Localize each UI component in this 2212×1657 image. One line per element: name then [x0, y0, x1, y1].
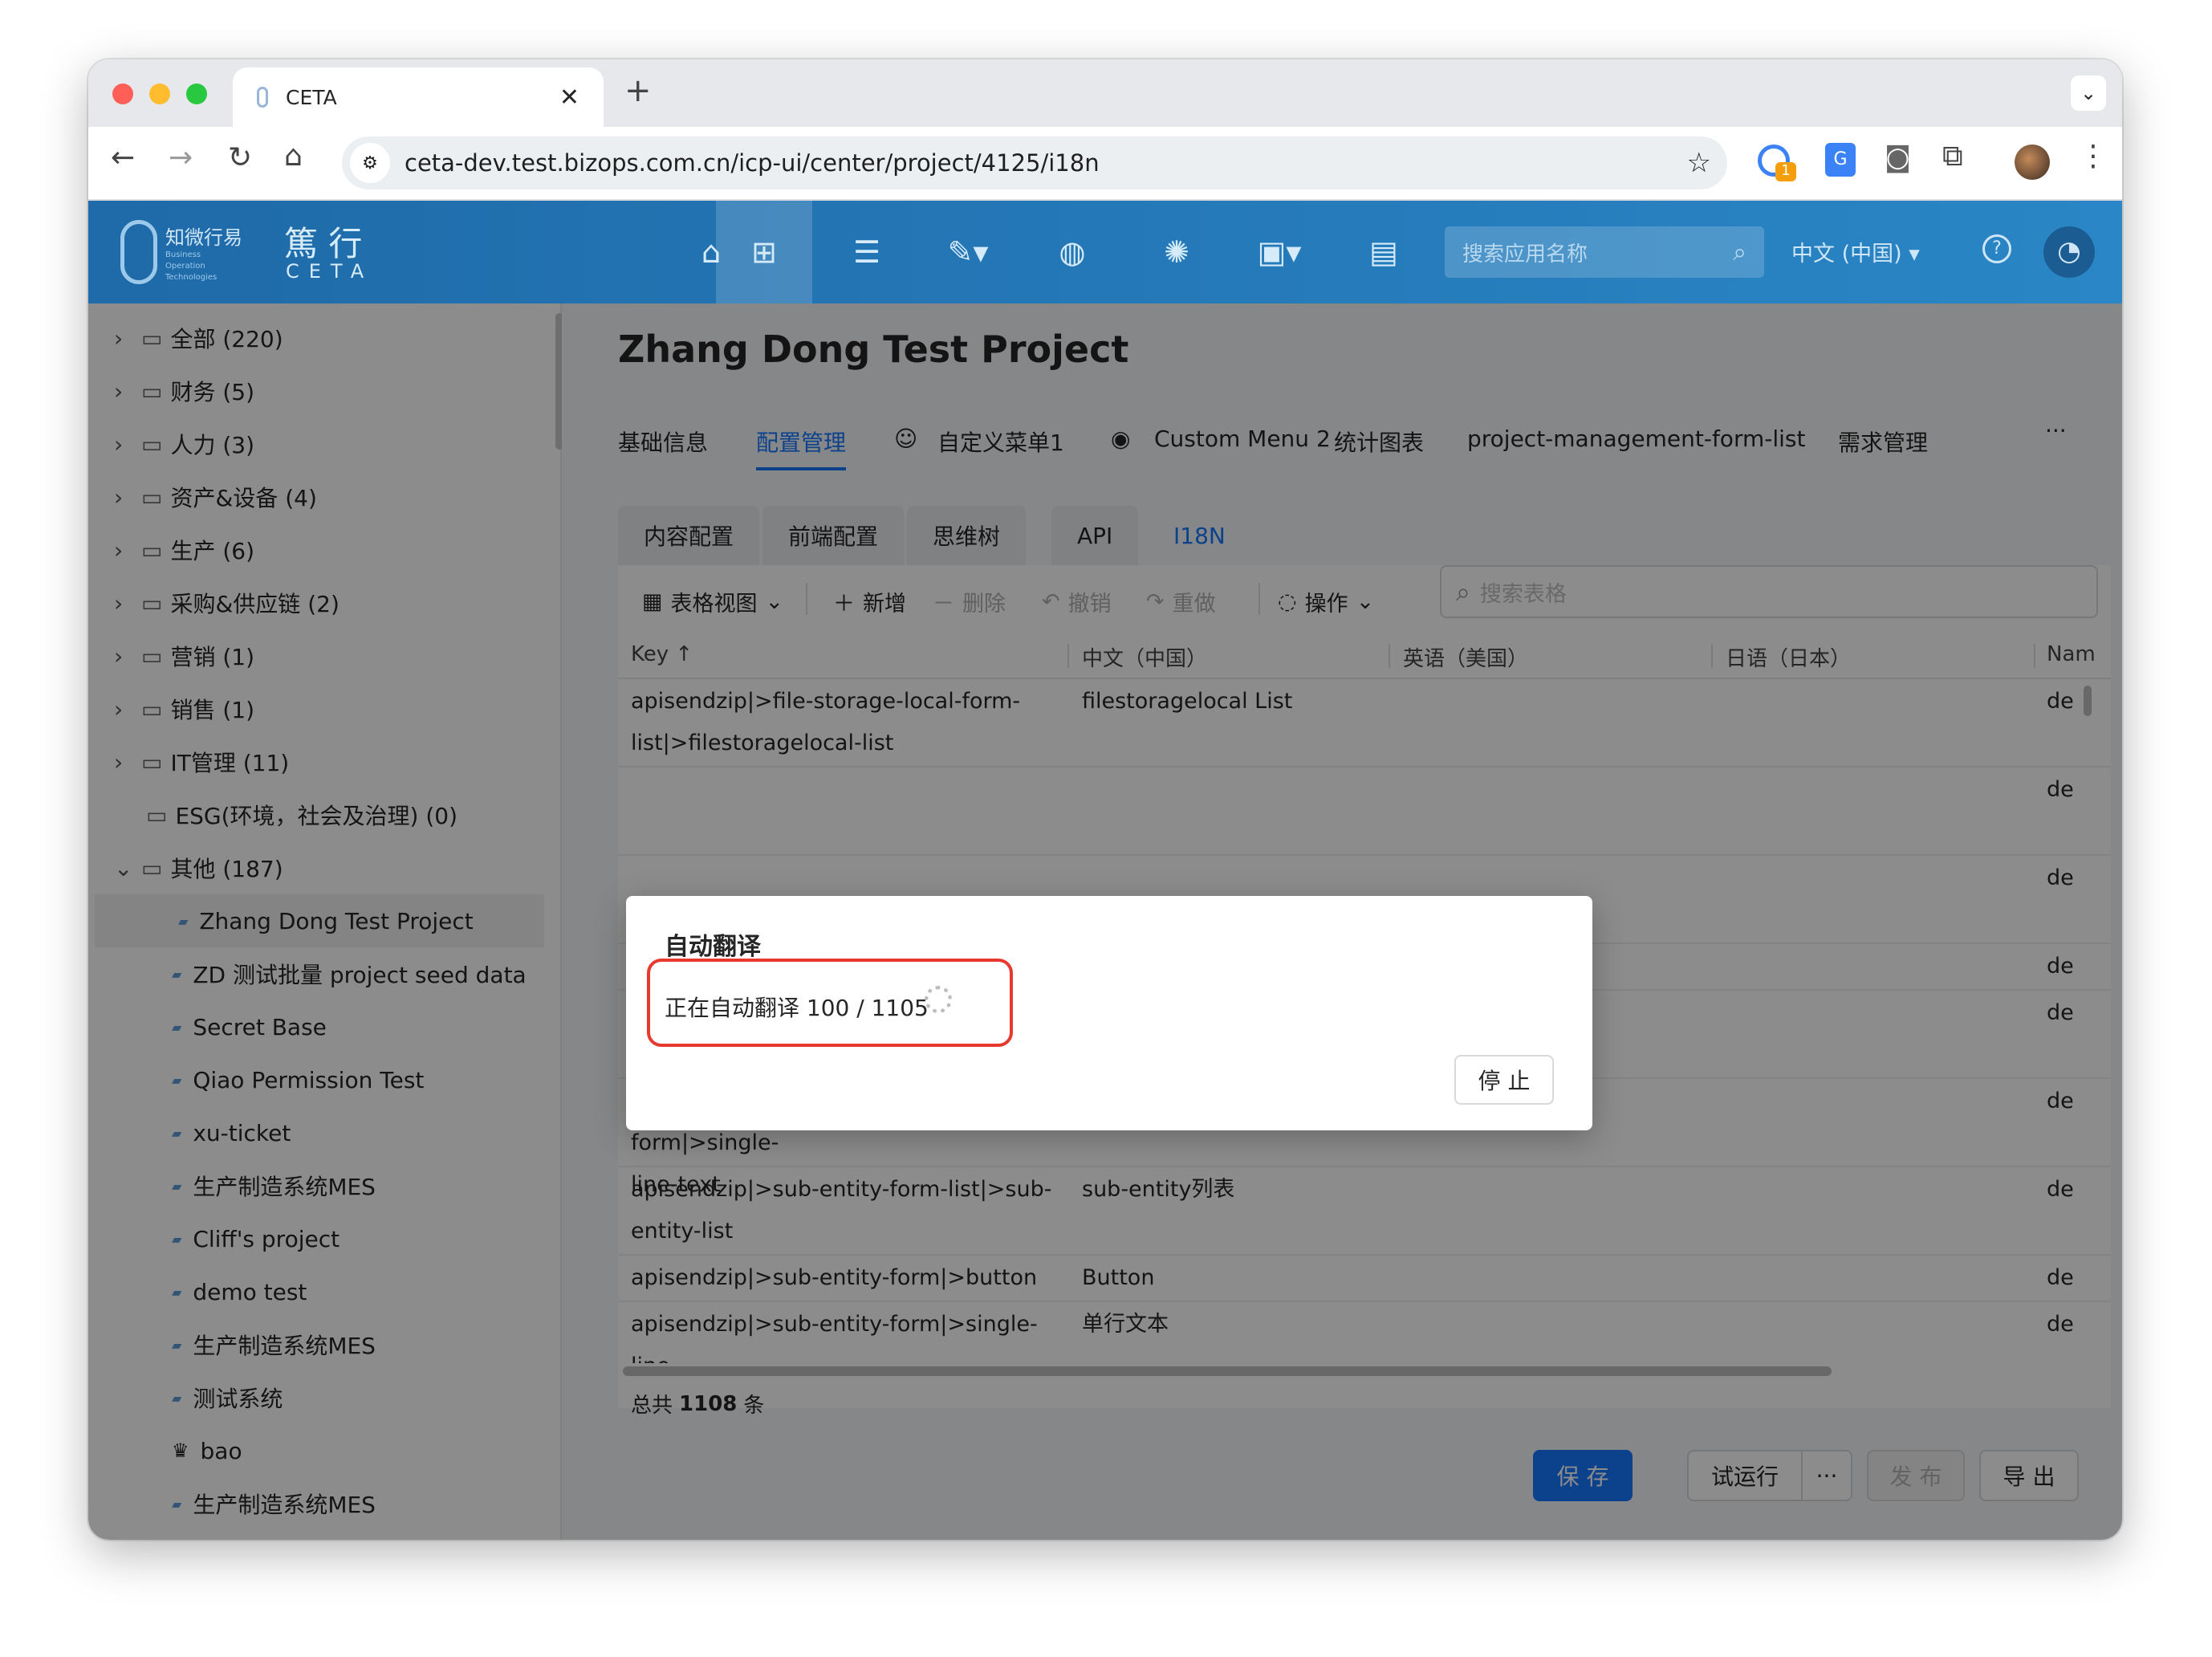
brand-cn: 篤 行: [284, 224, 363, 263]
extension-badge: 1: [1775, 162, 1796, 181]
profile-avatar[interactable]: [2015, 145, 2050, 180]
language-label: 中文 (中国): [1791, 242, 1902, 267]
new-tab-icon[interactable]: +: [624, 72, 652, 109]
browser-tab-bar: CETA ✕ + ⌄: [88, 59, 2122, 127]
search-icon: ⌕: [1733, 238, 1746, 267]
company-logo: 知微行易 Business Operation Technologies: [120, 218, 249, 287]
nav-edit-icon[interactable]: ✎▾: [920, 201, 1016, 303]
back-icon[interactable]: ←: [111, 141, 135, 174]
auto-translate-dialog: 自动翻译 正在自动翻译 100 / 1105 停 止: [626, 896, 1592, 1130]
extensions-puzzle-icon[interactable]: ⧉: [1942, 140, 1963, 173]
home-icon[interactable]: ⌂: [284, 140, 303, 173]
nav-apps-icon[interactable]: ⊞: [716, 201, 812, 303]
site-info-icon[interactable]: ⚙: [350, 143, 390, 183]
stop-button[interactable]: 停 止: [1454, 1055, 1554, 1105]
logo-en-3: Technologies: [165, 273, 218, 282]
app-search-input[interactable]: 搜索应用名称 ⌕: [1445, 226, 1764, 278]
url-text[interactable]: ceta-dev.test.bizops.com.cn/icp-ui/cente…: [405, 149, 1687, 177]
logo-en-1: Business: [165, 250, 201, 259]
bookmark-star-icon[interactable]: ☆: [1687, 147, 1711, 179]
loading-spinner-icon: [925, 986, 952, 1013]
forward-icon[interactable]: →: [169, 141, 193, 174]
browser-menu-icon[interactable]: ⋮: [2079, 140, 2108, 173]
nav-monitor-icon[interactable]: ▣▾: [1231, 201, 1328, 303]
close-window-button[interactable]: [112, 83, 133, 104]
minimize-window-button[interactable]: [149, 83, 170, 104]
browser-tab[interactable]: CETA ✕: [233, 67, 604, 127]
app-header: 知微行易 Business Operation Technologies 篤 行…: [88, 201, 2122, 303]
help-icon[interactable]: ?: [1982, 234, 2011, 263]
logo-cn: 知微行易: [165, 226, 242, 249]
nav-palette-icon[interactable]: ◍: [1024, 201, 1120, 303]
app-search-placeholder: 搜索应用名称: [1462, 242, 1588, 267]
tab-title: CETA: [286, 85, 337, 109]
camera-icon[interactable]: ◙: [1885, 141, 1911, 173]
address-bar[interactable]: ⚙ ceta-dev.test.bizops.com.cn/icp-ui/cen…: [342, 136, 1727, 189]
nav-gantt-icon[interactable]: ☰: [819, 201, 915, 303]
close-tab-icon[interactable]: ✕: [559, 83, 579, 112]
favicon-icon: [257, 87, 268, 108]
translate-progress-text: 正在自动翻译 100 / 1105: [665, 995, 929, 1021]
brand-en: CETA: [286, 260, 374, 283]
tab-search-icon[interactable]: ⌄: [2071, 75, 2106, 111]
logo-en-2: Operation: [165, 262, 205, 271]
translate-icon[interactable]: G: [1825, 143, 1856, 177]
browser-toolbar: ← → ↻ ⌂ ⚙ ceta-dev.test.bizops.com.cn/ic…: [88, 127, 2122, 201]
reload-icon[interactable]: ↻: [228, 141, 252, 174]
user-avatar-icon[interactable]: ◔: [2043, 226, 2095, 278]
nav-message-icon[interactable]: ▤: [1336, 201, 1432, 303]
language-select[interactable]: 中文 (中国) ▾: [1791, 236, 1920, 267]
dialog-title: 自动翻译: [665, 933, 761, 961]
nav-openai-icon[interactable]: ✺: [1128, 201, 1225, 303]
logo-mark: [120, 220, 157, 284]
zoom-window-button[interactable]: [186, 83, 207, 104]
